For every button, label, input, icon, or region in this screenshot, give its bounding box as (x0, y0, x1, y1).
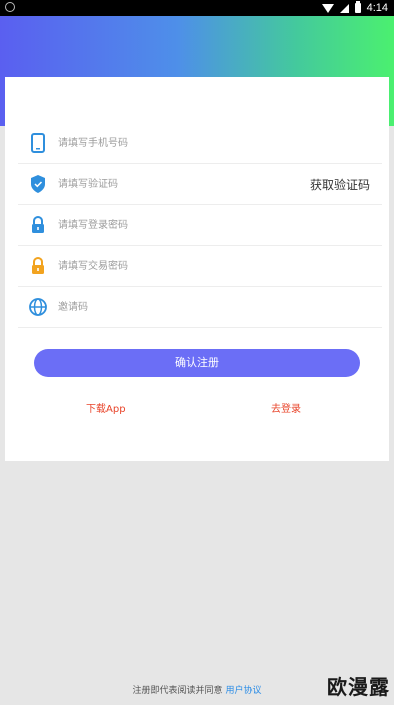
trade-password-input[interactable] (58, 246, 288, 286)
lock-icon (32, 215, 44, 233)
phone-icon (31, 133, 45, 153)
status-bar: 4:14 (0, 0, 394, 16)
user-agreement-link[interactable]: 用户协议 (225, 686, 261, 696)
signal-icon (339, 3, 349, 13)
phone-input[interactable] (58, 123, 288, 163)
globe-icon (29, 298, 47, 316)
get-code-button[interactable]: 获取验证码 (310, 176, 370, 193)
footer-text: 注册即代表阅读并同意 (132, 686, 223, 696)
download-app-link[interactable]: 下载App (86, 400, 126, 415)
code-field-row: 获取验证码 (18, 164, 382, 205)
register-card: 获取验证码 确认注册 下载App 去登录 (5, 77, 389, 461)
go-login-link[interactable]: 去登录 (271, 400, 301, 415)
lock-icon (32, 256, 44, 274)
app-notification-icon (5, 2, 15, 12)
shield-icon (31, 175, 45, 193)
status-time: 4:14 (366, 2, 388, 14)
invite-field-row (18, 287, 382, 328)
wifi-icon (321, 3, 334, 13)
status-icons: 4:14 (321, 1, 388, 14)
login-password-input[interactable] (58, 205, 288, 245)
trade-password-field-row (18, 246, 382, 287)
invite-code-input[interactable] (58, 287, 288, 327)
watermark-logo: 欧漫露 (327, 675, 390, 699)
battery-icon (354, 1, 361, 13)
confirm-register-button[interactable]: 确认注册 (34, 349, 360, 377)
phone-field-row (18, 123, 382, 164)
login-password-field-row (18, 205, 382, 246)
verification-code-input[interactable] (58, 164, 288, 204)
